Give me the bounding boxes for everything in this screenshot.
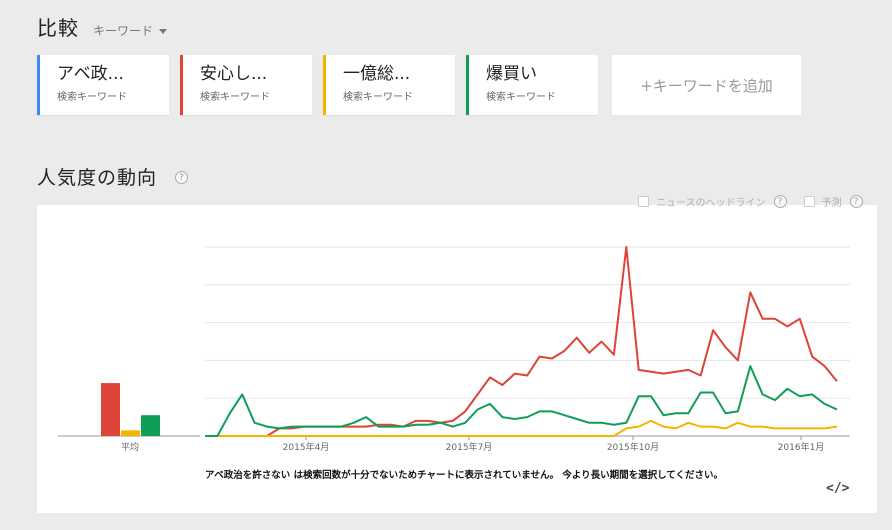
x-tick-label: 2015年10月: [607, 441, 659, 453]
series-line: [205, 365, 838, 437]
series-line: [205, 419, 838, 437]
interest-over-time-chart: 平均 2015年4月 2015年7月 2015年10月 2016年1月: [58, 246, 850, 453]
x-tick-label: 2015年4月: [283, 441, 330, 453]
average-label: 平均: [121, 441, 139, 453]
x-tick-label: 2016年1月: [778, 441, 825, 453]
average-bar: [121, 430, 140, 436]
average-bar: [101, 383, 120, 436]
embed-code-button[interactable]: </>: [826, 481, 849, 496]
x-tick-label: 2015年7月: [446, 441, 493, 453]
series-line: [205, 246, 838, 437]
average-bar: [141, 415, 160, 436]
insufficient-data-notice: アベ政治を許さない は検索回数が十分でないためチャートに表示されていません。 今…: [205, 470, 724, 481]
